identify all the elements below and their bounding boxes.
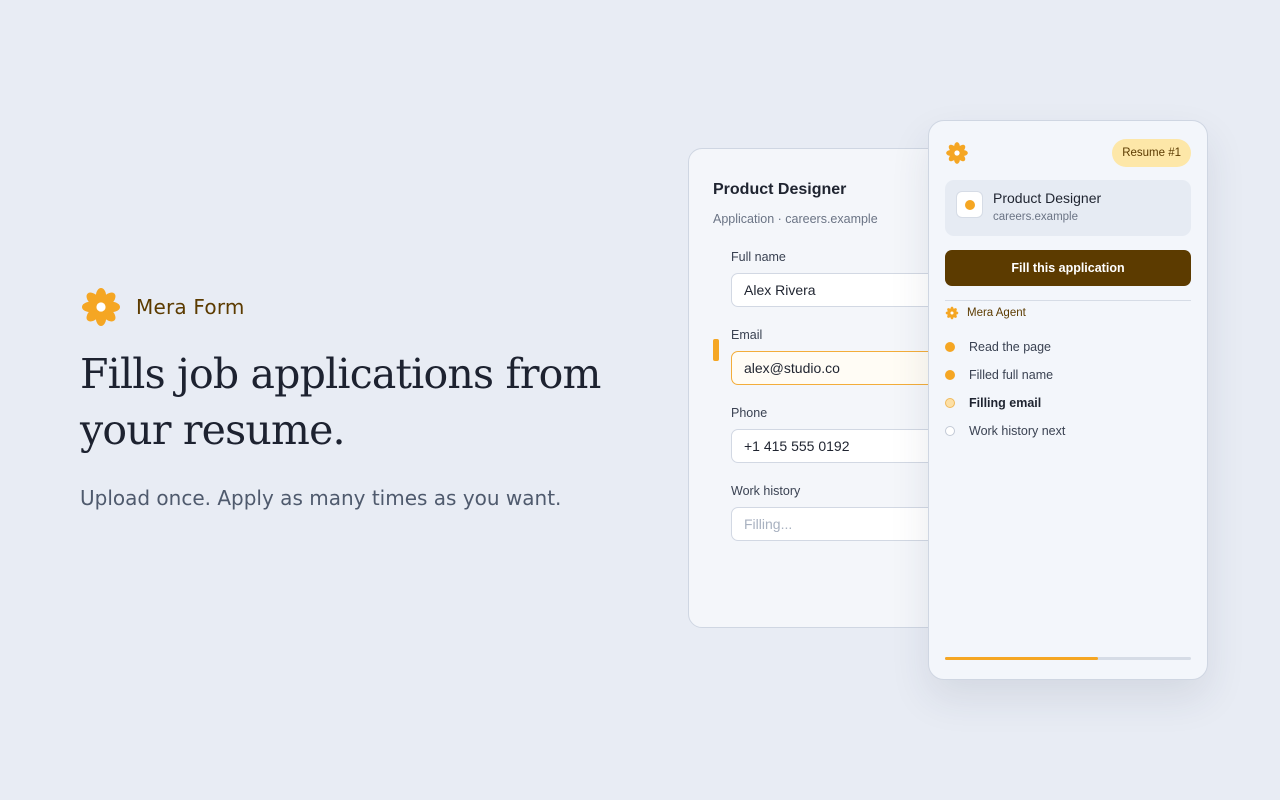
fill-application-button[interactable]: Fill this application [945, 250, 1191, 286]
agent-name: Mera Agent [967, 307, 1026, 319]
full-name-label: Full name [731, 250, 786, 264]
step-status-dot [945, 426, 955, 436]
form-subtitle: Application · careers.example [713, 212, 878, 226]
step-label: Work history next [969, 424, 1066, 438]
resume-badge[interactable]: Resume #1 [1112, 139, 1191, 167]
step-item: Work history next [945, 417, 1191, 445]
progress-bar [945, 657, 1191, 660]
phone-label: Phone [731, 406, 768, 420]
agent-steps: Read the page Filled full name Filling e… [945, 333, 1191, 445]
divider [945, 300, 1191, 301]
job-title: Product Designer [993, 190, 1102, 206]
job-card: Product Designer careers.example [945, 180, 1191, 236]
subline: Upload once. Apply as many times as you … [80, 486, 562, 510]
flower-icon [945, 306, 959, 320]
job-status-dot [956, 191, 983, 218]
step-item: Filling email [945, 389, 1191, 417]
headline: Fills job applications from your resume. [80, 350, 601, 454]
brand: Mera Form [80, 286, 245, 328]
form-title: Product Designer [713, 181, 847, 198]
job-site: careers.example [993, 211, 1079, 223]
progress-fill [945, 657, 1098, 660]
step-label: Read the page [969, 340, 1052, 354]
flower-icon [946, 142, 968, 164]
step-item: Read the page [945, 333, 1191, 361]
step-status-dot [945, 342, 955, 352]
agent-header: Mera Agent [945, 306, 1026, 320]
active-field-marker [713, 339, 719, 361]
work-history-label: Work history [731, 484, 801, 498]
step-status-dot [945, 398, 955, 408]
agent-panel: Resume #1 Product Designer careers.examp… [928, 120, 1208, 680]
email-label: Email [731, 328, 763, 342]
step-status-dot [945, 370, 955, 380]
step-item: Filled full name [945, 361, 1191, 389]
flower-icon [82, 288, 120, 326]
step-label: Filled full name [969, 368, 1054, 382]
brand-name: Mera Form [136, 295, 245, 319]
step-label: Filling email [969, 396, 1042, 410]
